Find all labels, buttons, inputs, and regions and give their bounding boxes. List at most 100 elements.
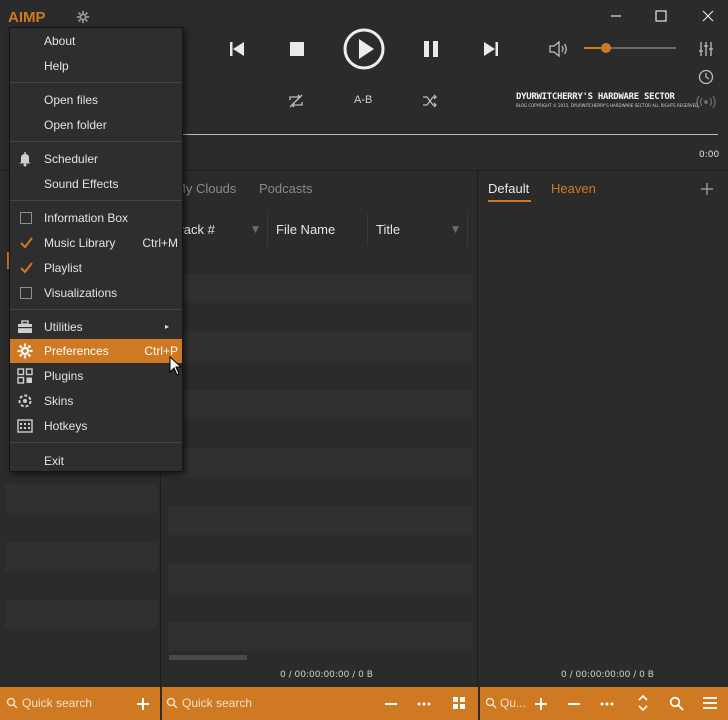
checkbox-unchecked[interactable] xyxy=(20,287,32,299)
menu-item-playlist[interactable]: Playlist xyxy=(10,256,182,280)
list-row-stripe xyxy=(5,600,157,629)
active-tab-underline xyxy=(488,200,531,202)
column-separator[interactable] xyxy=(267,214,268,246)
checkbox-unchecked[interactable] xyxy=(20,212,32,224)
table-row[interactable] xyxy=(168,564,472,593)
menu-separator xyxy=(10,141,182,142)
toolbar-separator xyxy=(478,687,480,720)
minimize-button[interactable] xyxy=(606,6,626,26)
sort-icon[interactable] xyxy=(636,694,650,712)
table-row[interactable] xyxy=(168,622,472,651)
more-options-icon[interactable] xyxy=(599,697,615,711)
menu-item-information-box[interactable]: Information Box xyxy=(10,206,182,230)
menu-separator xyxy=(10,442,182,443)
maximize-button[interactable] xyxy=(651,6,671,26)
settings-gear-icon[interactable] xyxy=(76,10,90,24)
menu-item-skins[interactable]: Skins xyxy=(10,389,182,413)
menu-item-sound-effects[interactable]: Sound Effects xyxy=(10,172,182,196)
add-icon[interactable] xyxy=(534,697,548,711)
ab-repeat-button[interactable]: A-B xyxy=(354,94,372,106)
next-track-button[interactable] xyxy=(480,38,502,60)
menu-item-open-folder[interactable]: Open folder xyxy=(10,113,182,137)
playlist-panel[interactable] xyxy=(479,171,728,687)
keyboard-icon xyxy=(17,419,33,433)
checkmark-icon[interactable] xyxy=(20,237,33,249)
volume-icon[interactable] xyxy=(548,39,570,59)
column-file-name[interactable]: File Name xyxy=(276,222,335,237)
play-button[interactable] xyxy=(342,27,386,71)
shuffle-icon[interactable] xyxy=(421,92,439,110)
column-separator[interactable] xyxy=(367,214,368,246)
pause-button[interactable] xyxy=(421,39,441,59)
table-row[interactable] xyxy=(168,448,472,477)
search-icon xyxy=(485,697,497,709)
table-row[interactable] xyxy=(168,274,472,303)
banner-title: DYURWITCHERRY'S HARDWARE SECTOR xyxy=(516,92,675,102)
grid-view-icon[interactable] xyxy=(452,696,466,710)
banner-subtitle: BLOG COPYRIGHT © 2015, DYURWITCHERRY'S H… xyxy=(516,103,700,108)
toolbar-separator xyxy=(160,687,162,720)
playlist-status: 0 / 00:00:00:00 / 0 B xyxy=(561,670,654,680)
remove-icon[interactable] xyxy=(384,697,398,711)
plugins-icon xyxy=(17,368,33,384)
tab-my-clouds[interactable]: My Clouds xyxy=(175,181,236,196)
tab-podcasts[interactable]: Podcasts xyxy=(259,181,312,196)
close-button[interactable] xyxy=(698,6,718,26)
column-separator[interactable] xyxy=(467,214,468,246)
menu-item-help[interactable]: Help xyxy=(10,54,182,78)
hardware-sector-banner: DYURWITCHERRY'S HARDWARE SECTOR BLOG COP… xyxy=(516,92,700,108)
aimp-logo[interactable]: AIMP xyxy=(8,9,46,26)
menu-item-utilities[interactable]: Utilities ▸ xyxy=(10,315,182,339)
menu-item-visualizations[interactable]: Visualizations xyxy=(10,281,182,305)
search-icon xyxy=(166,697,178,709)
shortcut-ctrl-m: Ctrl+M xyxy=(142,236,178,250)
more-options-icon[interactable] xyxy=(416,697,432,711)
quick-search-tree[interactable]: Quick search xyxy=(22,696,92,710)
tab-playlist-default[interactable]: Default xyxy=(488,181,529,196)
menu-separator xyxy=(10,309,182,310)
menu-icon[interactable] xyxy=(702,696,718,710)
add-icon[interactable] xyxy=(136,697,150,711)
search-playlist-icon[interactable] xyxy=(669,696,684,711)
stop-button[interactable] xyxy=(287,39,307,59)
menu-item-open-files[interactable]: Open files xyxy=(10,88,182,112)
search-icon xyxy=(6,697,18,709)
time-elapsed: 0:00 xyxy=(699,150,720,160)
menu-separator xyxy=(10,200,182,201)
menu-item-plugins[interactable]: Plugins xyxy=(10,364,182,388)
menu-item-hotkeys[interactable]: Hotkeys xyxy=(10,414,182,438)
add-playlist-icon[interactable] xyxy=(700,182,714,196)
bell-icon xyxy=(19,152,31,167)
table-row[interactable] xyxy=(168,390,472,419)
quick-search-playlist[interactable]: Qu... xyxy=(500,696,526,710)
menu-item-music-library[interactable]: Music Library Ctrl+M xyxy=(10,231,182,255)
list-row-stripe xyxy=(5,542,157,571)
equalizer-icon[interactable] xyxy=(697,40,715,58)
tab-playlist-heaven[interactable]: Heaven xyxy=(551,181,596,196)
remove-icon[interactable] xyxy=(567,697,581,711)
previous-track-button[interactable] xyxy=(226,38,248,60)
table-row[interactable] xyxy=(168,332,472,361)
horizontal-scrollbar[interactable] xyxy=(169,655,247,660)
volume-slider-handle[interactable] xyxy=(601,43,611,53)
menu-item-exit[interactable]: Exit xyxy=(10,449,182,473)
filter-icon[interactable]: ▼ xyxy=(452,225,459,235)
repeat-icon[interactable] xyxy=(287,92,305,110)
bottom-toolbar xyxy=(0,687,728,720)
filter-icon[interactable]: ▼ xyxy=(252,225,259,235)
skins-icon xyxy=(18,394,32,408)
submenu-arrow-icon: ▸ xyxy=(164,322,169,331)
menu-separator xyxy=(10,82,182,83)
table-row[interactable] xyxy=(168,506,472,535)
column-title[interactable]: Title xyxy=(376,222,400,237)
menu-item-scheduler[interactable]: Scheduler xyxy=(10,147,182,171)
menu-item-preferences[interactable]: Preferences Ctrl+P xyxy=(10,339,182,363)
toolbox-icon xyxy=(18,320,32,333)
seek-bar[interactable] xyxy=(180,134,718,135)
quick-search-library[interactable]: Quick search xyxy=(182,696,252,710)
clock-icon[interactable] xyxy=(697,68,715,86)
checkmark-icon[interactable] xyxy=(20,262,33,274)
gear-icon xyxy=(17,343,33,359)
menu-item-about[interactable]: About xyxy=(10,29,182,53)
music-library-panel[interactable] xyxy=(162,171,478,687)
